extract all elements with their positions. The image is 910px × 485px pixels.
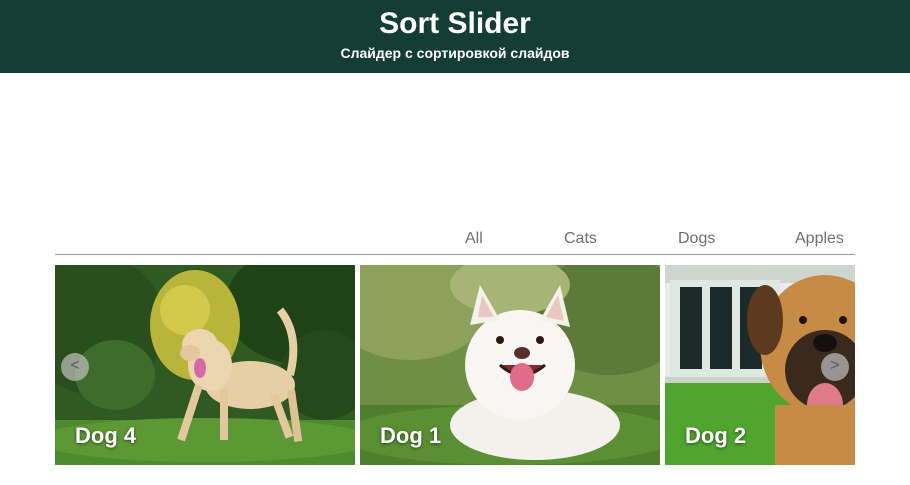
page-title: Sort Slider — [379, 7, 531, 40]
slide-label: Dog 4 — [75, 423, 137, 448]
chevron-left-icon: < — [70, 357, 80, 374]
filter-dogs-button[interactable]: Dogs — [678, 230, 715, 248]
slide-label: Dog 2 — [685, 423, 747, 448]
chevron-right-icon: > — [830, 357, 840, 374]
filter-cats-button[interactable]: Cats — [564, 230, 597, 248]
slide-label: Dog 1 — [380, 423, 442, 448]
filter-apples-button[interactable]: Apples — [795, 230, 844, 248]
page-subtitle: Слайдер с сортировкой слайдов — [340, 45, 570, 61]
filter-all-button[interactable]: All — [465, 230, 483, 248]
slider-next-button[interactable]: > — [821, 353, 849, 381]
slide-dog-1[interactable]: Dog 1 — [360, 265, 660, 465]
filter-bar: All Cats Dogs Apples — [55, 228, 855, 255]
slider-prev-button[interactable]: < — [61, 353, 89, 381]
image-slider[interactable]: Dog 4 Dog 1 Dog 2 — [55, 265, 855, 465]
slide-dog-4[interactable]: Dog 4 — [55, 265, 355, 465]
page-header: Sort Slider Слайдер с сортировкой слайдо… — [0, 0, 910, 73]
